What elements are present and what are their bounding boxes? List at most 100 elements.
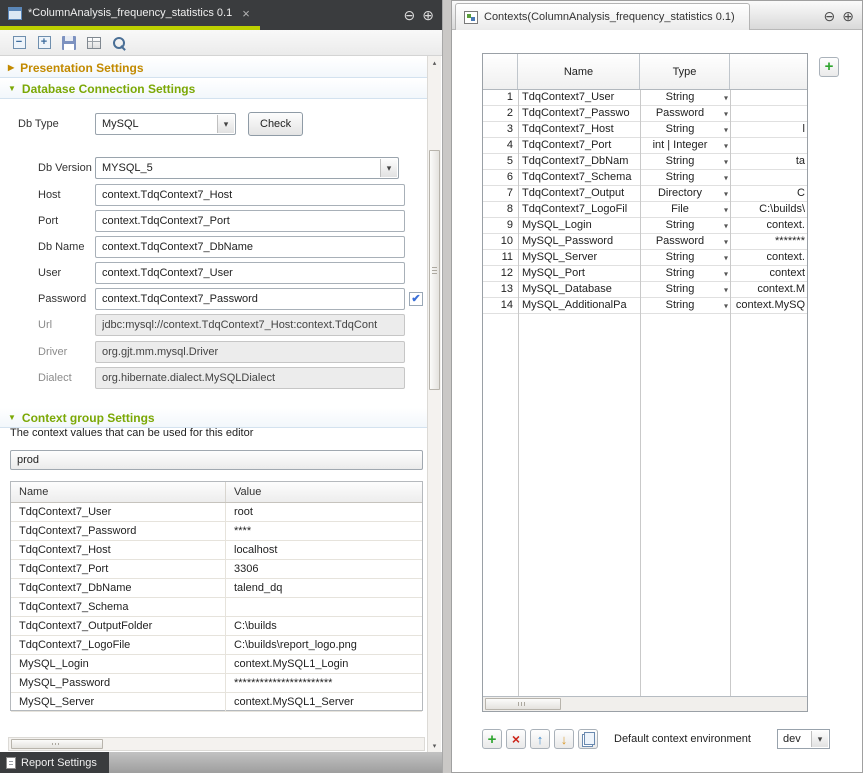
variable-type-cell[interactable]: String — [640, 170, 730, 185]
row-number-cell[interactable]: 14 — [483, 298, 518, 313]
vertical-scrollbar[interactable] — [427, 56, 441, 752]
section-presentation-settings[interactable]: ▶ Presentation Settings — [0, 58, 427, 78]
close-icon[interactable]: × — [242, 6, 250, 21]
context-name-cell[interactable]: TdqContext7_User — [11, 503, 226, 521]
move-down-button[interactable]: ↓ — [554, 729, 574, 749]
variable-name-cell[interactable]: MySQL_Password — [518, 234, 640, 249]
variable-name-cell[interactable]: MySQL_Port — [518, 266, 640, 281]
variable-value-cell[interactable]: context — [730, 266, 807, 281]
table-row[interactable]: 3 TdqContext7_Host String l — [483, 122, 807, 138]
variable-name-cell[interactable]: MySQL_Server — [518, 250, 640, 265]
variable-value-cell[interactable] — [730, 138, 807, 153]
table-row[interactable]: MySQL_Login context.MySQL1_Login — [11, 655, 422, 674]
vertical-scrollbar-thumb[interactable] — [429, 150, 440, 390]
password-checkbox[interactable]: ✔ — [409, 292, 423, 306]
context-name-cell[interactable]: MySQL_Server — [11, 693, 226, 711]
chevron-down-icon[interactable] — [724, 170, 728, 185]
context-name-cell[interactable]: MySQL_Login — [11, 655, 226, 673]
horizontal-scrollbar[interactable] — [8, 737, 425, 751]
chevron-down-icon[interactable] — [380, 159, 397, 177]
context-value-cell[interactable]: C:\builds\report_logo.png — [226, 636, 422, 654]
port-input[interactable] — [95, 210, 405, 232]
table-row[interactable]: TdqContext7_Schema — [11, 598, 422, 617]
add-variable-button[interactable]: + — [819, 57, 839, 77]
context-value-cell[interactable]: talend_dq — [226, 579, 422, 597]
chevron-down-icon[interactable] — [724, 154, 728, 169]
tab-report-settings[interactable]: Report Settings — [0, 752, 109, 773]
context-value-cell[interactable]: context.MySQL1_Login — [226, 655, 422, 673]
variable-value-cell[interactable]: ******* — [730, 234, 807, 249]
variable-name-cell[interactable]: TdqContext7_User — [518, 90, 640, 105]
variable-value-cell[interactable] — [730, 170, 807, 185]
context-name-cell[interactable]: MySQL_Password — [11, 674, 226, 692]
add-button[interactable]: + — [482, 729, 502, 749]
variable-value-cell[interactable] — [730, 106, 807, 121]
table-row[interactable]: 7 TdqContext7_Output Directory C — [483, 186, 807, 202]
variable-type-cell[interactable]: File — [640, 202, 730, 217]
user-input[interactable] — [95, 262, 405, 284]
check-button[interactable]: Check — [248, 112, 303, 136]
chevron-down-icon[interactable] — [724, 122, 728, 137]
table-row[interactable]: 10 MySQL_Password Password ******* — [483, 234, 807, 250]
chevron-right-icon[interactable]: ▶ — [8, 64, 14, 72]
variable-name-cell[interactable]: TdqContext7_Host — [518, 122, 640, 137]
minimize-icon[interactable]: ⊖ — [404, 8, 416, 22]
table-row[interactable]: TdqContext7_Port 3306 — [11, 560, 422, 579]
context-value-cell[interactable]: *********************** — [226, 674, 422, 692]
collapse-all-icon[interactable] — [10, 34, 28, 52]
row-number-cell[interactable]: 9 — [483, 218, 518, 233]
variable-type-cell[interactable]: String — [640, 250, 730, 265]
context-environment-field[interactable]: prod — [10, 450, 423, 470]
minimize-icon[interactable]: ⊖ — [824, 9, 836, 23]
chevron-down-icon[interactable] — [724, 234, 728, 249]
copy-contexts-button[interactable] — [578, 729, 598, 749]
variable-type-cell[interactable]: int | Integer — [640, 138, 730, 153]
table-row[interactable]: MySQL_Server context.MySQL1_Server — [11, 693, 422, 712]
table-row[interactable]: 5 TdqContext7_DbNam String ta — [483, 154, 807, 170]
tab-contexts[interactable]: Contexts(ColumnAnalysis_frequency_statis… — [455, 3, 750, 30]
chevron-down-icon[interactable] — [724, 138, 728, 153]
chevron-down-icon[interactable] — [724, 186, 728, 201]
row-number-cell[interactable]: 6 — [483, 170, 518, 185]
column-header-name[interactable]: Name — [518, 54, 640, 89]
table-row[interactable]: 6 TdqContext7_Schema String — [483, 170, 807, 186]
variable-value-cell[interactable]: ta — [730, 154, 807, 169]
save-icon[interactable] — [60, 34, 78, 52]
variable-type-cell[interactable]: String — [640, 90, 730, 105]
variable-name-cell[interactable]: TdqContext7_LogoFil — [518, 202, 640, 217]
section-database-connection-settings[interactable]: ▼ Database Connection Settings — [0, 79, 427, 99]
row-number-cell[interactable]: 5 — [483, 154, 518, 169]
chevron-down-icon[interactable] — [724, 266, 728, 281]
context-value-cell[interactable]: root — [226, 503, 422, 521]
variable-name-cell[interactable]: TdqContext7_DbNam — [518, 154, 640, 169]
chevron-down-icon[interactable]: ▼ — [8, 85, 16, 93]
context-value-cell[interactable]: **** — [226, 522, 422, 540]
table-row[interactable]: 11 MySQL_Server String context. — [483, 250, 807, 266]
table-row[interactable]: TdqContext7_OutputFolder C:\builds — [11, 617, 422, 636]
context-name-cell[interactable]: TdqContext7_LogoFile — [11, 636, 226, 654]
variable-type-cell[interactable]: Password — [640, 234, 730, 249]
maximize-icon[interactable]: ⊕ — [422, 8, 434, 22]
section-context-group-settings[interactable]: ▼ Context group Settings — [0, 408, 427, 428]
variable-type-cell[interactable]: String — [640, 298, 730, 313]
context-value-cell[interactable]: C:\builds — [226, 617, 422, 635]
db-version-select[interactable]: MYSQL_5 — [95, 157, 399, 179]
variable-type-cell[interactable]: String — [640, 218, 730, 233]
variable-type-cell[interactable]: Password — [640, 106, 730, 121]
column-header-name[interactable]: Name — [11, 482, 226, 502]
row-number-cell[interactable]: 10 — [483, 234, 518, 249]
table-row[interactable]: 12 MySQL_Port String context — [483, 266, 807, 282]
variable-value-cell[interactable] — [730, 90, 807, 105]
context-name-cell[interactable]: TdqContext7_OutputFolder — [11, 617, 226, 635]
chevron-down-icon[interactable] — [724, 298, 728, 313]
variable-type-cell[interactable]: String — [640, 122, 730, 137]
row-number-cell[interactable]: 3 — [483, 122, 518, 137]
table-row[interactable]: 13 MySQL_Database String context.M — [483, 282, 807, 298]
variable-value-cell[interactable]: C — [730, 186, 807, 201]
horizontal-scrollbar-thumb[interactable] — [485, 698, 561, 710]
variable-name-cell[interactable]: MySQL_AdditionalPa — [518, 298, 640, 313]
editor-tab[interactable]: *ColumnAnalysis_frequency_statistics 0.1… — [0, 0, 260, 30]
variable-name-cell[interactable]: MySQL_Login — [518, 218, 640, 233]
host-input[interactable] — [95, 184, 405, 206]
column-header-value[interactable] — [730, 54, 807, 89]
